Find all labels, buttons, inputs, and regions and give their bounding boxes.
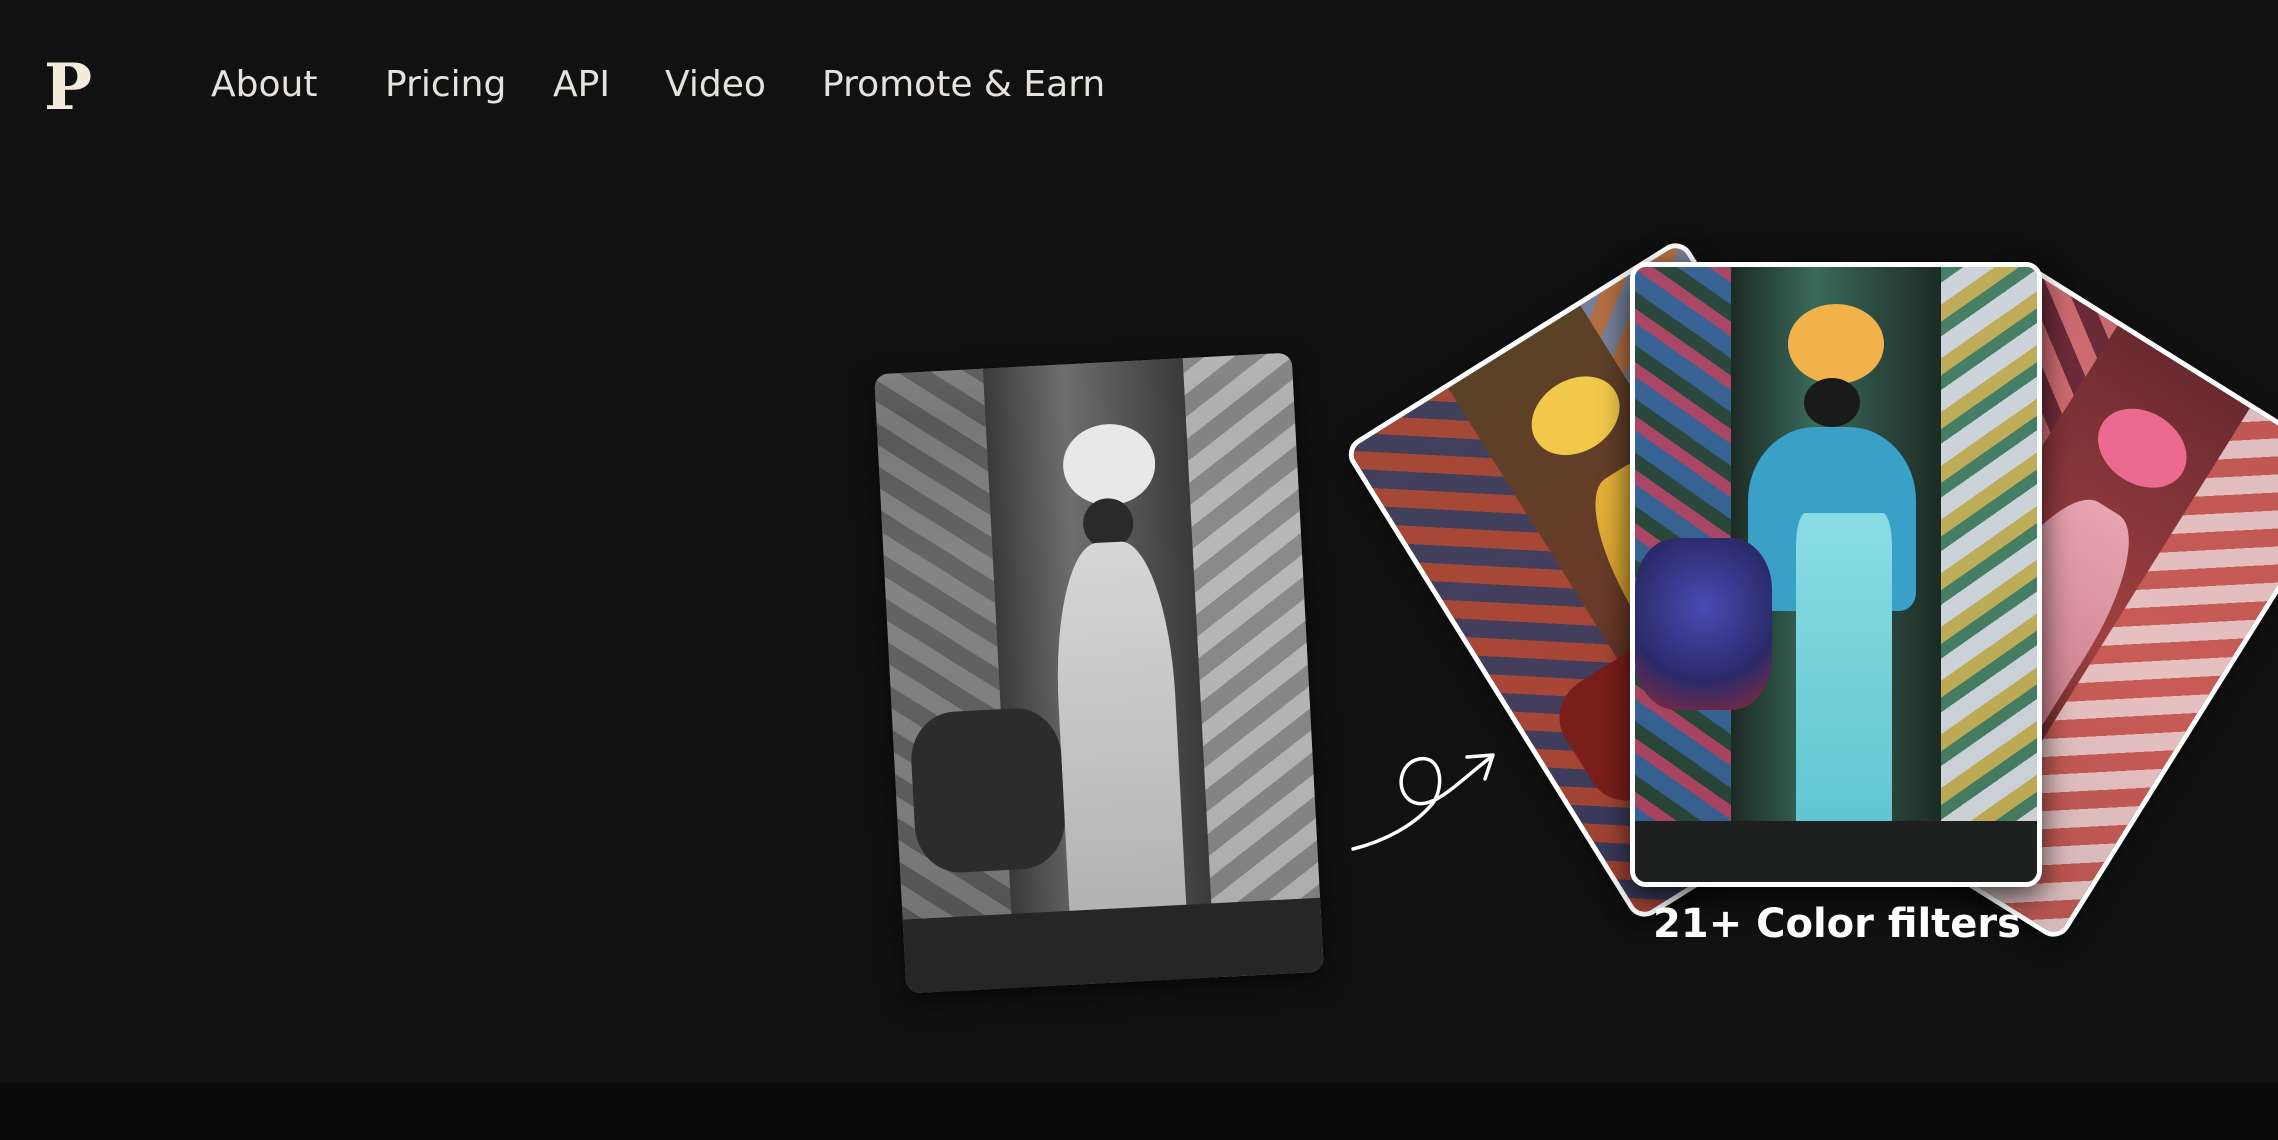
nav-about[interactable]: About bbox=[211, 60, 317, 110]
logo[interactable]: P bbox=[44, 48, 92, 128]
nav-pricing[interactable]: Pricing bbox=[385, 60, 506, 110]
landing-page: P About Pricing API Video Promote & Earn bbox=[0, 0, 2278, 1140]
grayscale-portrait-photo bbox=[874, 352, 1324, 994]
nav-promote-earn[interactable]: Promote & Earn bbox=[822, 60, 1105, 110]
nav-api[interactable]: API bbox=[553, 60, 610, 110]
color-filters-caption: 21+ Color filters bbox=[1653, 901, 2021, 947]
nav-video[interactable]: Video bbox=[665, 60, 766, 110]
teal-colorized-photo bbox=[1630, 262, 2042, 887]
curly-arrow-icon bbox=[1351, 753, 1495, 851]
bottom-strip bbox=[0, 1083, 2278, 1140]
